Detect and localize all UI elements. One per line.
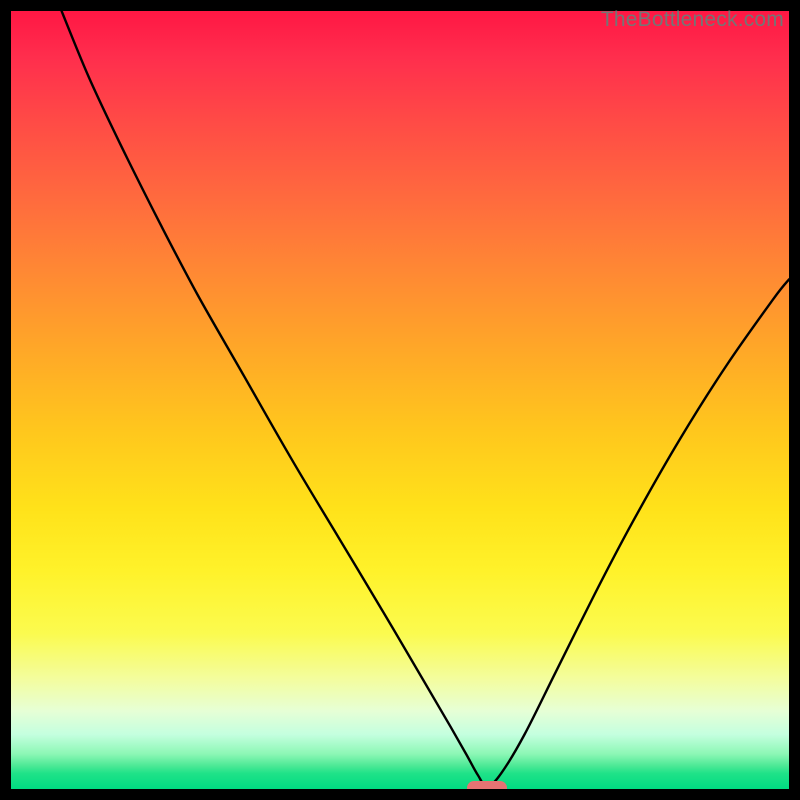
optimal-marker — [467, 781, 507, 789]
plot-area — [11, 11, 789, 789]
watermark-text: TheBottleneck.com — [601, 8, 784, 32]
bottleneck-curve — [11, 11, 789, 789]
chart-frame: TheBottleneck.com — [0, 0, 800, 800]
